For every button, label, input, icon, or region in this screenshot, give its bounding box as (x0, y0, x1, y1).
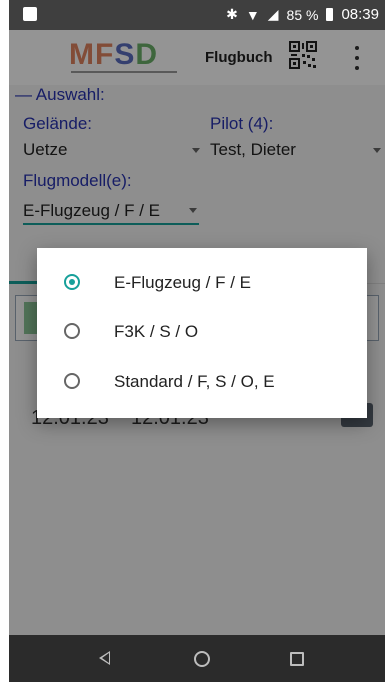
option-f3k[interactable]: F3K / S / O (37, 307, 367, 357)
recent-apps-icon[interactable] (290, 652, 304, 666)
model-choice-dialog: E-Flugzeug / F / E F3K / S / O Standard … (37, 248, 367, 418)
status-icons: ✱ ▼ ◢ 85 % 08:39 (226, 6, 379, 23)
radio-unselected-icon[interactable] (64, 323, 80, 339)
system-nav-bar (9, 635, 385, 682)
wifi-icon: ▼ (245, 6, 260, 23)
option-label: Standard / F, S / O, E (114, 372, 275, 391)
battery-percent: 85 % (286, 6, 319, 23)
option-standard[interactable]: Standard / F, S / O, E (37, 357, 367, 407)
status-bar: ✱ ▼ ◢ 85 % 08:39 (9, 0, 385, 30)
radio-unselected-icon[interactable] (64, 373, 80, 389)
option-label: F3K / S / O (114, 322, 199, 341)
image-notification-icon (23, 7, 37, 21)
option-label: E-Flugzeug / F / E (114, 273, 251, 292)
home-icon[interactable] (194, 651, 210, 667)
bluetooth-icon: ✱ (226, 6, 238, 22)
radio-selected-icon[interactable] (64, 274, 80, 290)
phone-screen: ✱ ▼ ◢ 85 % 08:39 MFSD Flugbuch — Auswahl… (9, 0, 385, 682)
back-icon[interactable] (99, 651, 110, 665)
option-e-flugzeug[interactable]: E-Flugzeug / F / E (37, 258, 367, 308)
battery-icon (326, 8, 334, 21)
signal-icon: ◢ (267, 6, 279, 22)
clock: 08:39 (341, 6, 379, 23)
